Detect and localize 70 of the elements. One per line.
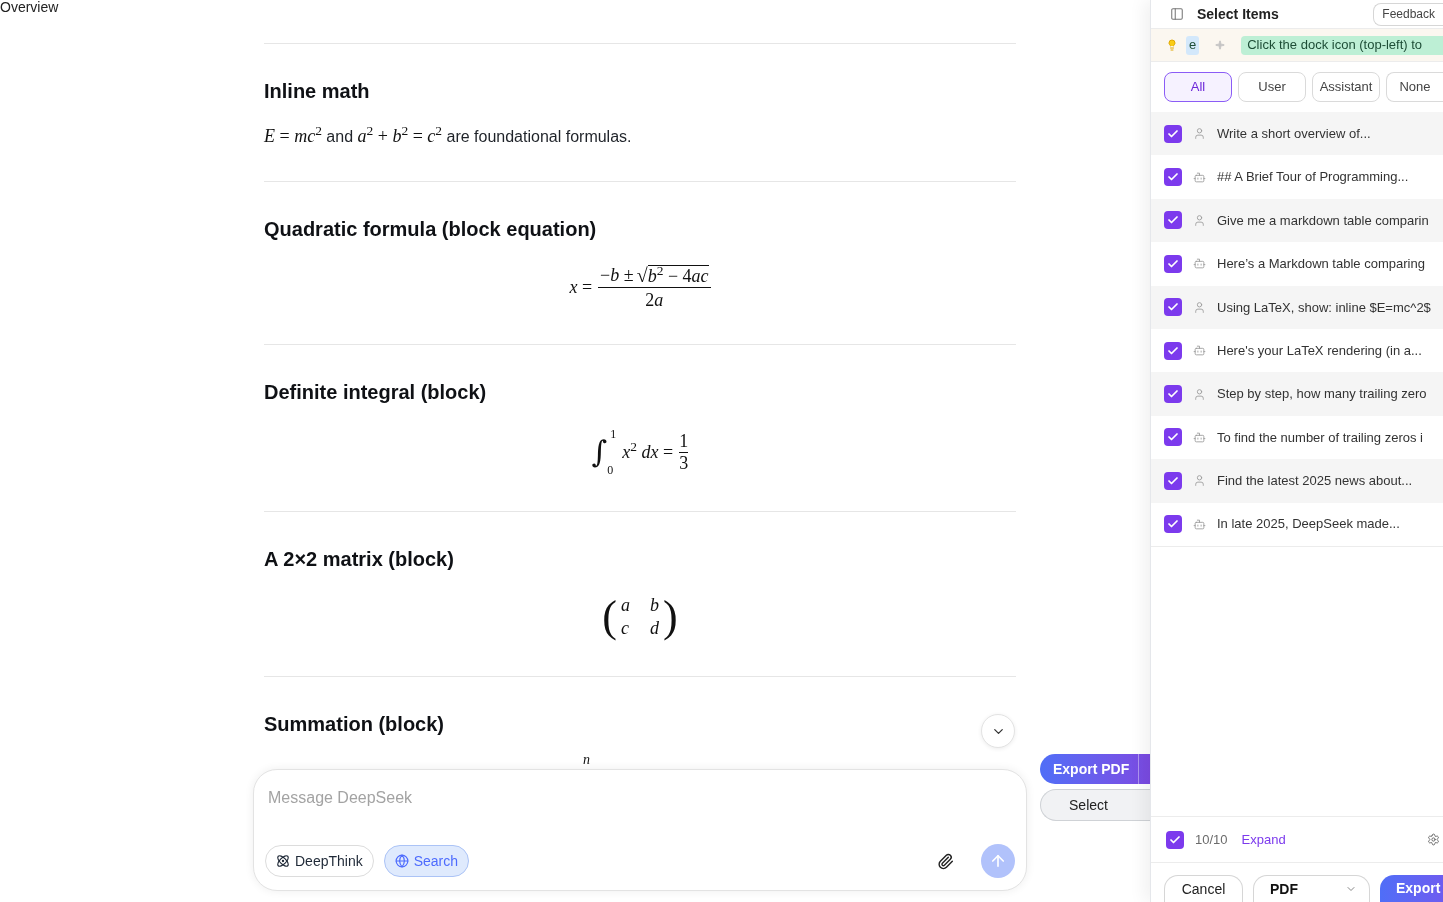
item-label: To find the number of trailing zeros i [1217, 428, 1423, 447]
person-icon [1193, 127, 1206, 141]
filter-tab[interactable]: All [1164, 72, 1232, 102]
person-icon [1193, 300, 1206, 314]
robot-icon [1193, 517, 1206, 531]
checkbox[interactable] [1164, 385, 1182, 404]
sparkle-icon [1215, 40, 1226, 50]
robot-icon [1193, 344, 1206, 358]
section-heading: Summation (block) [264, 712, 444, 737]
export-pdf-button[interactable]: Export PDF [1040, 754, 1150, 784]
toggle-button[interactable]: Search [383, 845, 470, 877]
item-label: Step by step, how many trailing zero [1217, 385, 1427, 404]
atom-icon [276, 854, 290, 868]
export-button[interactable]: Export [1380, 875, 1443, 902]
item-label: Using LaTeX, show: inline $E=mc^2$ [1217, 298, 1431, 317]
checkbox[interactable] [1164, 254, 1182, 273]
check-icon [1167, 344, 1179, 357]
math-formula: x = −b ±√b$^{2}$ − 4ac 2a [569, 262, 711, 312]
math-formula: n [583, 754, 590, 766]
nav-label: Overview [0, 0, 59, 14]
item-label: Give me a markdown table comparin [1217, 211, 1429, 230]
item-label: Here’s a Markdown table comparing [1217, 255, 1425, 274]
filter-tab[interactable]: Assistant [1312, 72, 1380, 102]
checkbox[interactable] [1164, 515, 1182, 534]
select-button[interactable]: Select [1040, 789, 1150, 821]
filter-tab[interactable]: User [1238, 72, 1306, 102]
section-heading: Inline math [264, 79, 370, 104]
checkbox[interactable] [1166, 830, 1184, 849]
hint-chip: e [1186, 35, 1200, 55]
checkbox[interactable] [1164, 211, 1182, 230]
item-label: Find the latest 2025 news about... [1217, 472, 1413, 491]
panel-title: Select Items [1197, 4, 1279, 24]
person-icon [1193, 474, 1206, 488]
item-label: Write a short overview of... [1217, 124, 1371, 143]
checkbox[interactable] [1164, 124, 1182, 143]
checkbox[interactable] [1164, 471, 1182, 490]
item-label: ## A Brief Tour of Programming... [1217, 168, 1409, 187]
toggle-button[interactable]: DeepThink [265, 845, 374, 877]
feedback-button[interactable]: Feedback [1373, 2, 1443, 26]
checkbox[interactable] [1164, 341, 1182, 360]
checkbox[interactable] [1164, 298, 1182, 317]
panel-icon[interactable] [1170, 7, 1184, 21]
checkbox[interactable] [1164, 428, 1182, 447]
robot-icon [1193, 170, 1206, 184]
check-icon [1167, 127, 1179, 140]
section-heading: A 2×2 matrix (block) [264, 547, 454, 572]
filter-tab[interactable]: None [1386, 72, 1443, 102]
cancel-button[interactable]: Cancel [1164, 875, 1243, 902]
person-icon [1193, 387, 1206, 401]
robot-icon [1193, 430, 1206, 444]
item-label: Here's your LaTeX rendering (in a... [1217, 341, 1422, 360]
hint-chip: Click the dock icon (top-left) to [1241, 35, 1443, 55]
robot-icon [1193, 257, 1206, 271]
paperclip-icon[interactable] [937, 852, 954, 870]
person-icon [1193, 213, 1206, 227]
lightbulb-icon [1166, 39, 1178, 51]
check-icon [1169, 833, 1181, 846]
section-heading: Definite integral (block) [264, 380, 487, 405]
checkbox[interactable] [1164, 168, 1182, 187]
message-input[interactable]: Message DeepSeek [268, 787, 1012, 813]
item-label: In late 2025, DeepSeek made... [1217, 515, 1400, 534]
check-icon [1167, 474, 1179, 487]
globe-icon [394, 854, 409, 868]
expand-link[interactable]: Expand [1241, 829, 1286, 850]
paragraph: E = mc$^{2}$ and a$^{2}$ + b$^{2}$ = c$^{2}$ are foundational formulas. [264, 124, 633, 148]
check-icon [1167, 257, 1179, 270]
selection-count: 10/10 [1195, 830, 1228, 849]
section-heading: Quadratic formula (block equation) [264, 217, 597, 242]
settings-icon[interactable] [1427, 833, 1440, 846]
format-select[interactable]: PDF [1253, 875, 1370, 902]
